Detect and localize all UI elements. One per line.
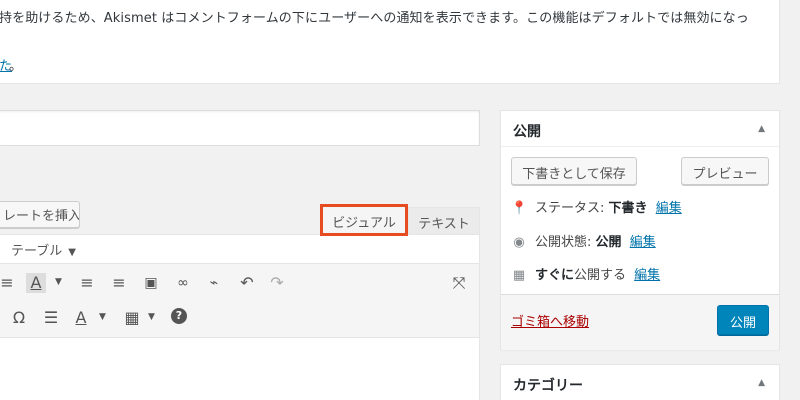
schedule-value: すぐに bbox=[535, 268, 575, 283]
tab-visual[interactable]: ビジュアル bbox=[320, 204, 408, 236]
notice-trailing: 。 bbox=[9, 59, 23, 74]
tab-text[interactable]: テキスト bbox=[408, 207, 480, 235]
publish-box-title: 公開 bbox=[513, 124, 541, 140]
collapse-toggle-icon[interactable]: ▲ bbox=[758, 124, 765, 134]
category-box: カテゴリー ▲ bbox=[500, 364, 780, 400]
align-left-icon[interactable]: ≡ bbox=[0, 273, 17, 293]
table-icon[interactable]: ▦ bbox=[122, 308, 142, 328]
editor-area: テーブル ▼ ≡ A ▼ ≡ ≡ ▣ ∞ ⌁ ↶ ↷ ⤧ Ω ☰ A ▼ ▦ ▼ … bbox=[0, 234, 480, 400]
menu-table-label: テーブル bbox=[11, 244, 63, 259]
edit-status-link[interactable]: 編集 bbox=[656, 201, 682, 216]
editor-toolbar: ≡ A ▼ ≡ ≡ ▣ ∞ ⌁ ↶ ↷ ⤧ Ω ☰ A ▼ ▦ ▼ ? bbox=[0, 264, 479, 338]
text-color-icon[interactable]: A bbox=[26, 273, 46, 293]
editor-menubar: テーブル ▼ bbox=[0, 235, 479, 264]
collapse-toggle-icon[interactable]: ▲ bbox=[758, 378, 765, 388]
akismet-notice: 持を助けるため、Akismet はコメントフォームの下にユーザーへの通知を表示で… bbox=[0, 0, 780, 84]
insert-template-button[interactable]: レートを挿入 bbox=[0, 201, 80, 228]
status-label: ステータス: bbox=[535, 201, 605, 216]
publish-box: 公開 ▲ 下書きとして保存 プレビュー 📍 ステータス: 下書き 編集 ◉ 公開状態… bbox=[500, 110, 780, 350]
publish-box-header[interactable]: 公開 ▲ bbox=[501, 111, 779, 147]
pin-icon: 📍 bbox=[511, 201, 528, 216]
fullscreen-icon[interactable]: ⤧ bbox=[449, 273, 469, 293]
undo-icon[interactable]: ↶ bbox=[237, 273, 257, 293]
edit-schedule-link[interactable]: 編集 bbox=[634, 268, 660, 283]
horizontal-line-icon[interactable]: ☰ bbox=[41, 308, 61, 328]
visibility-row: ◉ 公開状態: 公開 編集 bbox=[511, 231, 656, 250]
align-center-icon[interactable]: ≡ bbox=[77, 273, 97, 293]
insert-template-label: レートを挿入 bbox=[3, 209, 80, 224]
publish-button[interactable]: 公開 bbox=[717, 305, 769, 335]
calendar-icon: ▦ bbox=[512, 268, 526, 283]
visibility-label: 公開状態: bbox=[535, 235, 592, 250]
redo-icon[interactable]: ↷ bbox=[267, 273, 287, 293]
preview-button[interactable]: プレビュー bbox=[681, 157, 769, 185]
edit-visibility-link[interactable]: 編集 bbox=[630, 235, 656, 250]
category-box-title: カテゴリー bbox=[513, 378, 583, 394]
unlink-icon[interactable]: ⌁ bbox=[204, 273, 224, 293]
chevron-down-icon[interactable]: ▼ bbox=[55, 277, 62, 287]
text-color-2-icon[interactable]: A bbox=[71, 308, 91, 328]
status-value: 下書き bbox=[608, 201, 648, 216]
chevron-down-icon: ▼ bbox=[68, 247, 76, 258]
notice-text: 持を助けるため、Akismet はコメントフォームの下にユーザーへの通知を表示で… bbox=[0, 11, 749, 26]
trash-link[interactable]: ゴミ箱へ移動 bbox=[511, 311, 589, 330]
category-box-header[interactable]: カテゴリー ▲ bbox=[501, 365, 779, 400]
post-title-input[interactable] bbox=[0, 110, 480, 146]
link-icon[interactable]: ∞ bbox=[173, 273, 193, 293]
major-publishing-actions: ゴミ箱へ移動 公開 bbox=[501, 294, 779, 350]
schedule-row: ▦ すぐに公開する 編集 bbox=[511, 264, 660, 283]
schedule-suffix: 公開する bbox=[574, 268, 627, 283]
image-icon[interactable]: ▣ bbox=[141, 273, 161, 293]
special-char-icon[interactable]: Ω bbox=[9, 308, 29, 328]
align-right-icon[interactable]: ≡ bbox=[109, 273, 129, 293]
menu-table[interactable]: テーブル ▼ bbox=[11, 240, 76, 259]
chevron-down-icon[interactable]: ▼ bbox=[99, 312, 106, 322]
help-icon[interactable]: ? bbox=[171, 308, 187, 324]
eye-icon: ◉ bbox=[513, 235, 525, 250]
visibility-value: 公開 bbox=[595, 235, 622, 250]
save-draft-button[interactable]: 下書きとして保存 bbox=[511, 157, 637, 185]
status-row: 📍 ステータス: 下書き 編集 bbox=[511, 197, 682, 216]
chevron-down-icon[interactable]: ▼ bbox=[148, 312, 155, 322]
